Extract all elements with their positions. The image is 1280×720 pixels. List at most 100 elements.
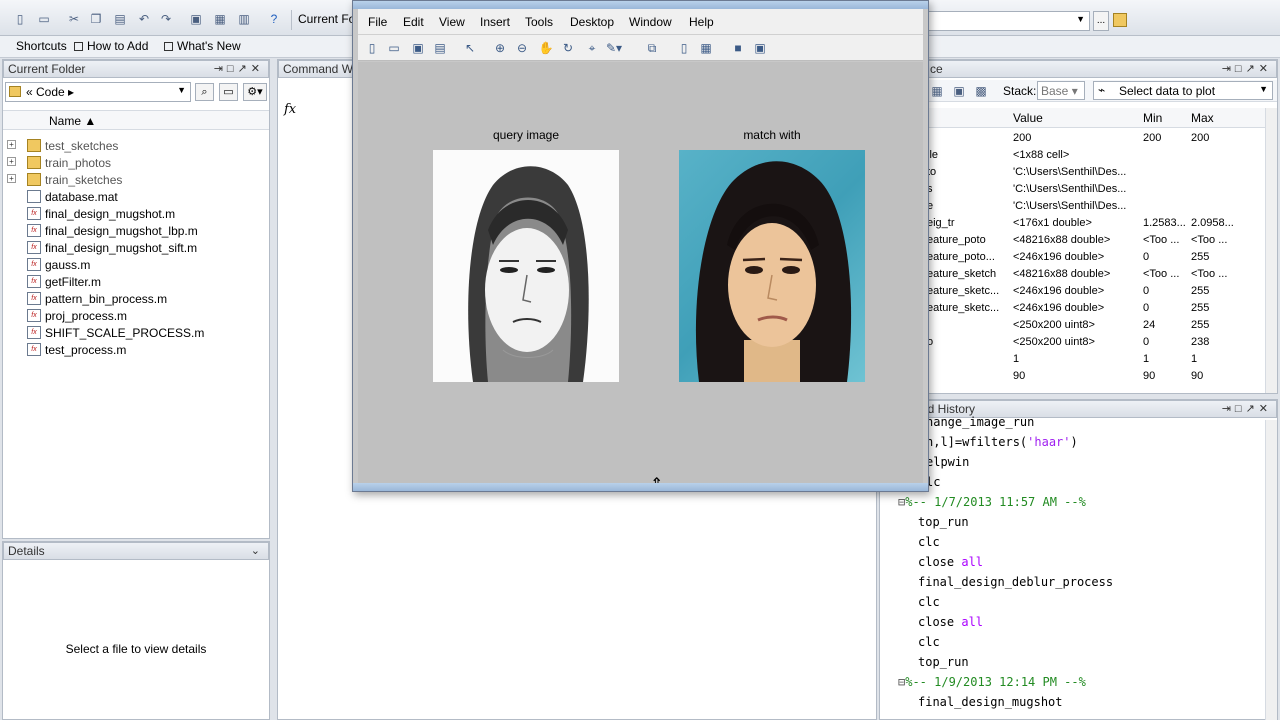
help-icon[interactable]: ?	[266, 11, 282, 27]
pane-controls[interactable]: ⇥□↗✕	[1222, 62, 1272, 75]
figure-menu-edit[interactable]: Edit	[403, 15, 424, 29]
colorbar-icon[interactable]: ▯	[676, 40, 692, 56]
workspace-row[interactable]: eature_sketch <48216x88 double> <Too ... <T…	[925, 267, 1265, 284]
file-list-item[interactable]: + test_sketches	[3, 138, 269, 155]
save-icon[interactable]: ▣	[951, 83, 967, 99]
search-button[interactable]: ⌕	[195, 83, 214, 101]
workspace-row[interactable]: 200 200 200	[925, 131, 1265, 148]
rotate-3d-icon[interactable]: ↻	[560, 40, 576, 56]
workspace-row[interactable]: eature_poto <48216x88 double> <Too ... <Too…	[925, 233, 1265, 250]
file-list-item[interactable]: fx getFilter.m	[3, 274, 269, 291]
show-plot-tools-icon[interactable]: ▣	[752, 40, 768, 56]
file-list-item[interactable]: fx gauss.m	[3, 257, 269, 274]
workspace-row[interactable]: e 'C:\Users\Senthil\Des...	[925, 199, 1265, 216]
figure-canvas[interactable]: query image match with	[358, 62, 923, 493]
history-command[interactable]: clc	[918, 595, 940, 615]
figure-menu-help[interactable]: Help	[689, 15, 714, 29]
undo-icon[interactable]: ↶	[136, 11, 152, 27]
history-command[interactable]: close all	[918, 615, 983, 635]
browse-folder-button[interactable]: ...	[1093, 11, 1109, 31]
save-figure-icon[interactable]: ▣	[410, 40, 426, 56]
redo-icon[interactable]: ↷	[158, 11, 174, 27]
history-command[interactable]: top_run	[918, 655, 969, 675]
workspace-row[interactable]: s 'C:\Users\Senthil\Des...	[925, 182, 1265, 199]
how-to-add-link[interactable]: How to Add	[74, 39, 148, 53]
link-plot-icon[interactable]: ⧉	[644, 40, 660, 56]
whats-new-link[interactable]: What's New	[164, 39, 241, 53]
file-list-item[interactable]: fx proj_process.m	[3, 308, 269, 325]
file-list-item[interactable]: database.mat	[3, 189, 269, 206]
pan-hand-icon[interactable]: ✋	[538, 40, 554, 56]
zoom-out-icon[interactable]: ⊖	[514, 40, 530, 56]
file-list-item[interactable]: fx pattern_bin_process.m	[3, 291, 269, 308]
figure-title-bar[interactable]	[353, 1, 928, 9]
new-figure-icon[interactable]: ▯	[364, 40, 380, 56]
plot-select[interactable]: ⌁ Select data to plot ▼	[1093, 81, 1273, 100]
cut-icon[interactable]: ✂	[66, 11, 82, 27]
import-data-icon[interactable]: ▦	[929, 83, 945, 99]
workspace-row[interactable]: 1 1 1	[925, 352, 1265, 369]
expand-icon[interactable]: +	[7, 174, 16, 183]
workspace-row[interactable]: eature_poto... <246x196 double> 0 255	[925, 250, 1265, 267]
name-column-header[interactable]: Name ▲	[3, 110, 269, 130]
open-folder-icon[interactable]: ▭	[36, 11, 52, 27]
zoom-in-icon[interactable]: ⊕	[492, 40, 508, 56]
file-list-item[interactable]: + train_photos	[3, 155, 269, 172]
history-command[interactable]: hange_image_run	[926, 415, 1034, 435]
figure-menu-view[interactable]: View	[439, 15, 465, 29]
profiler-icon[interactable]: ▥	[236, 11, 252, 27]
workspace-row[interactable]: 90 90 90	[925, 369, 1265, 386]
actions-button[interactable]: ⚙▾	[243, 83, 267, 101]
history-command[interactable]: final_design_mugshot	[918, 695, 1063, 715]
delete-icon[interactable]: ▩	[973, 83, 989, 99]
figure-menu-tools[interactable]: Tools	[525, 15, 553, 29]
shortcuts-link[interactable]: Shortcuts	[16, 39, 67, 53]
file-list-item[interactable]: fx final_design_mugshot.m	[3, 206, 269, 223]
workspace-row[interactable]: eature_sketc... <246x196 double> 0 255	[925, 301, 1265, 318]
figure-menu-insert[interactable]: Insert	[480, 15, 510, 29]
new-file-icon[interactable]: ▯	[12, 11, 28, 27]
workspace-row[interactable]: ile <1x88 cell>	[925, 148, 1265, 165]
history-session-header[interactable]: ⊟%-- 1/7/2013 11:57 AM --%	[898, 495, 1086, 515]
simulink-icon[interactable]: ▣	[188, 11, 204, 27]
pane-controls[interactable]: ⇥□↗✕	[1222, 402, 1272, 415]
figure-menu-file[interactable]: File	[368, 15, 387, 29]
history-command[interactable]: final_design_deblur_process	[918, 575, 1113, 595]
workspace-row[interactable]: <250x200 uint8> 24 255	[925, 318, 1265, 335]
history-command[interactable]: top_run	[918, 515, 969, 535]
workspace-row[interactable]: eature_sketc... <246x196 double> 0 255	[925, 284, 1265, 301]
dropdown-arrow-icon[interactable]: ▼	[1076, 14, 1085, 24]
paste-icon[interactable]: ▤	[112, 11, 128, 27]
history-command[interactable]: close all	[918, 555, 983, 575]
dropdown-arrow-icon[interactable]: ▼	[177, 85, 186, 95]
copy-icon[interactable]: ❐	[88, 11, 104, 27]
hide-plot-tools-icon[interactable]: ■	[730, 40, 746, 56]
history-command[interactable]: clc	[918, 535, 940, 555]
data-cursor-icon[interactable]: ⌖	[584, 40, 600, 56]
folder-path-input[interactable]: « Code ▸ ▼	[5, 82, 191, 102]
workspace-row[interactable]: eig_tr <176x1 double> 1.2583... 2.0958...	[925, 216, 1265, 233]
expand-icon[interactable]: +	[7, 157, 16, 166]
brush-icon[interactable]: ✎▾	[606, 40, 622, 56]
figure-menu-desktop[interactable]: Desktop	[570, 15, 614, 29]
figure-bottom-border[interactable]	[353, 483, 928, 491]
figure-menu-window[interactable]: Window	[629, 15, 672, 29]
up-folder-button[interactable]: ▭	[219, 83, 238, 101]
file-list-item[interactable]: fx SHIFT_SCALE_PROCESS.m	[3, 325, 269, 342]
history-session-header[interactable]: ⊟%-- 1/9/2013 12:14 PM --%	[898, 675, 1086, 695]
stack-select[interactable]: Base ▾	[1037, 81, 1085, 100]
file-list-item[interactable]: fx final_design_mugshot_sift.m	[3, 240, 269, 257]
pane-controls[interactable]: ⇥□↗✕	[214, 62, 264, 75]
history-command[interactable]: clc	[918, 635, 940, 655]
workspace-row[interactable]: o <250x200 uint8> 0 238	[925, 335, 1265, 352]
workspace-row[interactable]: to 'C:\Users\Senthil\Des...	[925, 165, 1265, 182]
history-command[interactable]: elpwin	[926, 455, 969, 475]
min-column[interactable]: Min	[1143, 111, 1162, 125]
history-scrollbar[interactable]	[1265, 420, 1277, 720]
value-column[interactable]: Value	[1013, 111, 1043, 125]
select-arrow-icon[interactable]: ↖	[462, 40, 478, 56]
fx-prompt-icon[interactable]: fx	[284, 102, 296, 117]
workspace-scrollbar[interactable]	[1265, 108, 1277, 393]
current-folder-path-input[interactable]: ▼	[925, 11, 1090, 31]
legend-icon[interactable]: ▦	[698, 40, 714, 56]
